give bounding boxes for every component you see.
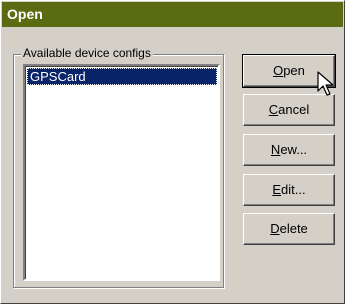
edit-mnemonic: E <box>272 182 282 197</box>
delete-button[interactable]: Delete <box>243 213 335 245</box>
new-label-rest: ew... <box>280 142 308 157</box>
edit-label-rest: dit... <box>281 182 306 197</box>
delete-label-rest: elete <box>279 221 308 236</box>
open-label-rest: pen <box>283 63 305 78</box>
group-label: Available device configs <box>21 46 153 61</box>
new-mnemonic: N <box>270 142 281 157</box>
cancel-label-rest: ancel <box>278 102 310 117</box>
delete-mnemonic: D <box>270 221 280 236</box>
new-button[interactable]: New... <box>243 134 335 166</box>
list-item[interactable]: GPSCard <box>27 68 217 85</box>
open-mnemonic: O <box>273 63 284 78</box>
open-dialog: Open Available device configs GPSCard Op… <box>0 0 345 304</box>
arrow-cursor-icon <box>317 71 334 96</box>
cancel-mnemonic: C <box>268 102 279 117</box>
title-bar[interactable]: Open <box>2 2 343 27</box>
device-config-list[interactable]: GPSCard <box>23 64 220 281</box>
edit-button[interactable]: Edit... <box>243 174 335 206</box>
window-title: Open <box>7 6 43 22</box>
